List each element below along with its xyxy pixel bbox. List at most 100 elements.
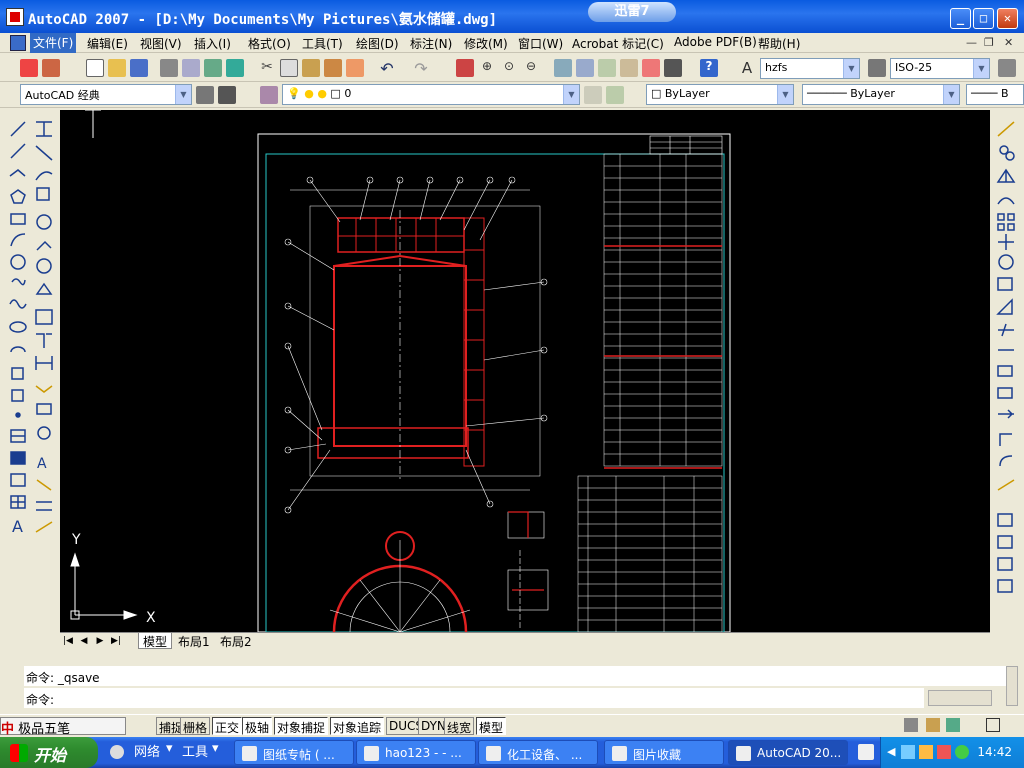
task-pictures[interactable]: 图片收藏 <box>604 740 724 765</box>
prev-tab-icon[interactable]: ◀ <box>78 635 90 647</box>
menu-tools[interactable]: 工具(T) <box>302 35 343 52</box>
menu-modify[interactable]: 修改(M) <box>464 35 508 52</box>
acrobat-pdf-icon[interactable] <box>20 59 38 77</box>
help-icon[interactable]: ? <box>700 59 718 77</box>
tab-layout2[interactable]: 布局2 <box>216 633 256 649</box>
make-layer-current-icon[interactable] <box>584 86 602 104</box>
publish-icon[interactable] <box>204 59 222 77</box>
next-tab-icon[interactable]: ▶ <box>94 635 106 647</box>
comm-center-icon[interactable] <box>904 718 918 732</box>
copy-icon[interactable] <box>280 59 298 77</box>
match-properties-icon[interactable] <box>324 59 342 77</box>
record-icon[interactable] <box>858 744 874 760</box>
layer-previous-icon[interactable] <box>606 86 624 104</box>
zoom-realtime-icon[interactable]: ⊕ <box>478 59 496 77</box>
linetype-select[interactable]: ────── ByLayer ▼ <box>802 84 960 105</box>
task-chem-equipment[interactable]: 化工设备、 ... <box>478 740 598 765</box>
quicklaunch-tools-arrow[interactable]: ▾ <box>212 741 219 756</box>
dim-style-select[interactable]: ISO-25 ▼ <box>890 58 990 79</box>
tab-model[interactable]: 模型 <box>138 633 173 649</box>
etransmit-icon[interactable] <box>226 59 244 77</box>
new-file-icon[interactable] <box>86 59 104 77</box>
tray-network-icon[interactable] <box>901 745 915 759</box>
menu-help[interactable]: 帮助(H) <box>758 35 800 52</box>
print-icon[interactable] <box>160 59 178 77</box>
layer-manager-icon[interactable] <box>260 86 278 104</box>
last-tab-icon[interactable]: ▶| <box>110 635 122 647</box>
tab-layout1[interactable]: 布局1 <box>174 633 214 649</box>
xunlei-badge[interactable]: 迅雷7 <box>588 2 676 22</box>
maximize-button[interactable]: □ <box>973 8 994 29</box>
zoom-previous-icon[interactable]: ⊖ <box>522 59 540 77</box>
minimize-button[interactable]: _ <box>950 8 971 29</box>
task-autocad[interactable]: AutoCAD 20... <box>728 740 848 765</box>
ime-toolbar[interactable]: 中 极品五笔 <box>0 717 126 737</box>
menu-insert[interactable]: 插入(I) <box>194 35 231 52</box>
close-button[interactable]: ✕ <box>997 8 1018 29</box>
status-osnap[interactable]: 对象捕捉 <box>274 717 329 735</box>
quicklaunch-network[interactable]: 网络 <box>134 741 160 760</box>
tray-security-icon[interactable] <box>955 745 969 759</box>
menu-acrobat[interactable]: Acrobat 标记(C) <box>572 35 664 52</box>
undo-icon[interactable]: ↶ <box>378 59 396 78</box>
status-grid[interactable]: 栅格 <box>180 717 211 735</box>
command-hscrollbar[interactable] <box>928 690 992 706</box>
color-select[interactable]: □ ByLayer ▼ <box>646 84 794 105</box>
clean-screen-icon[interactable] <box>986 718 1000 732</box>
menu-edit[interactable]: 编辑(E) <box>87 35 128 52</box>
properties-icon[interactable] <box>554 59 572 77</box>
menu-view[interactable]: 视图(V) <box>140 35 182 52</box>
tray-antivirus-icon[interactable] <box>937 745 951 759</box>
layer-select[interactable]: 💡 ● ● □ 0 ▼ <box>282 84 580 105</box>
doc-restore-button[interactable]: ❐ <box>984 36 994 49</box>
print-preview-icon[interactable] <box>182 59 200 77</box>
quicklaunch-network-arrow[interactable]: ▾ <box>166 741 173 756</box>
markup-icon[interactable] <box>642 59 660 77</box>
cut-icon[interactable]: ✂ <box>258 59 276 77</box>
quicklaunch-tools[interactable]: 工具 <box>182 741 208 760</box>
document-icon[interactable] <box>10 35 26 51</box>
lock-icon[interactable] <box>926 718 940 732</box>
command-input[interactable]: 命令: <box>24 688 924 708</box>
status-ortho[interactable]: 正交 <box>212 717 243 735</box>
block-editor-icon[interactable] <box>346 59 364 77</box>
paste-icon[interactable] <box>302 59 320 77</box>
tray-settings-icon[interactable] <box>946 718 960 732</box>
tool-palettes-icon[interactable] <box>598 59 616 77</box>
open-file-icon[interactable] <box>108 59 126 77</box>
menu-dimension[interactable]: 标注(N) <box>410 35 452 52</box>
menu-file[interactable]: 文件(F) <box>30 33 77 53</box>
zoom-window-icon[interactable]: ⊙ <box>500 59 518 77</box>
lineweight-select[interactable]: ──── B <box>966 84 1024 105</box>
autocad-app-icon[interactable] <box>6 8 24 26</box>
tray-arrow-icon[interactable]: ◀ <box>887 745 895 758</box>
command-scrollbar[interactable] <box>1006 666 1018 706</box>
tray-qq-icon[interactable] <box>919 745 933 759</box>
first-tab-icon[interactable]: |◀ <box>62 635 74 647</box>
calculator-icon[interactable] <box>664 59 682 77</box>
dim-style-icon[interactable] <box>868 59 886 77</box>
menu-window[interactable]: 窗口(W) <box>518 35 563 52</box>
design-center-icon[interactable] <box>576 59 594 77</box>
pan-icon[interactable] <box>456 59 474 77</box>
save-icon[interactable] <box>130 59 148 77</box>
redo-icon[interactable]: ↷ <box>412 59 430 78</box>
menu-format[interactable]: 格式(O) <box>248 35 291 52</box>
menu-adobe-pdf[interactable]: Adobe PDF(B) <box>674 35 757 49</box>
status-polar[interactable]: 极轴 <box>242 717 273 735</box>
text-style-icon[interactable]: A <box>738 59 756 77</box>
task-forum[interactable]: 图纸专帖 ( ... <box>234 740 354 765</box>
text-style-select[interactable]: hzfs ▼ <box>760 58 860 79</box>
doc-close-button[interactable]: ✕ <box>1004 36 1013 49</box>
status-model[interactable]: 模型 <box>476 717 507 735</box>
workspace-save-icon[interactable] <box>218 86 236 104</box>
acrobat-email-icon[interactable] <box>42 59 60 77</box>
task-hao123[interactable]: hao123 - - ... <box>356 740 476 765</box>
status-lineweight[interactable]: 线宽 <box>444 717 475 735</box>
status-otrack[interactable]: 对象追踪 <box>330 717 385 735</box>
menu-draw[interactable]: 绘图(D) <box>356 35 399 52</box>
workspace-select[interactable]: AutoCAD 经典 ▼ <box>20 84 192 105</box>
sheet-set-icon[interactable] <box>620 59 638 77</box>
start-button[interactable]: 开始 <box>0 737 98 768</box>
workspace-settings-icon[interactable] <box>196 86 214 104</box>
